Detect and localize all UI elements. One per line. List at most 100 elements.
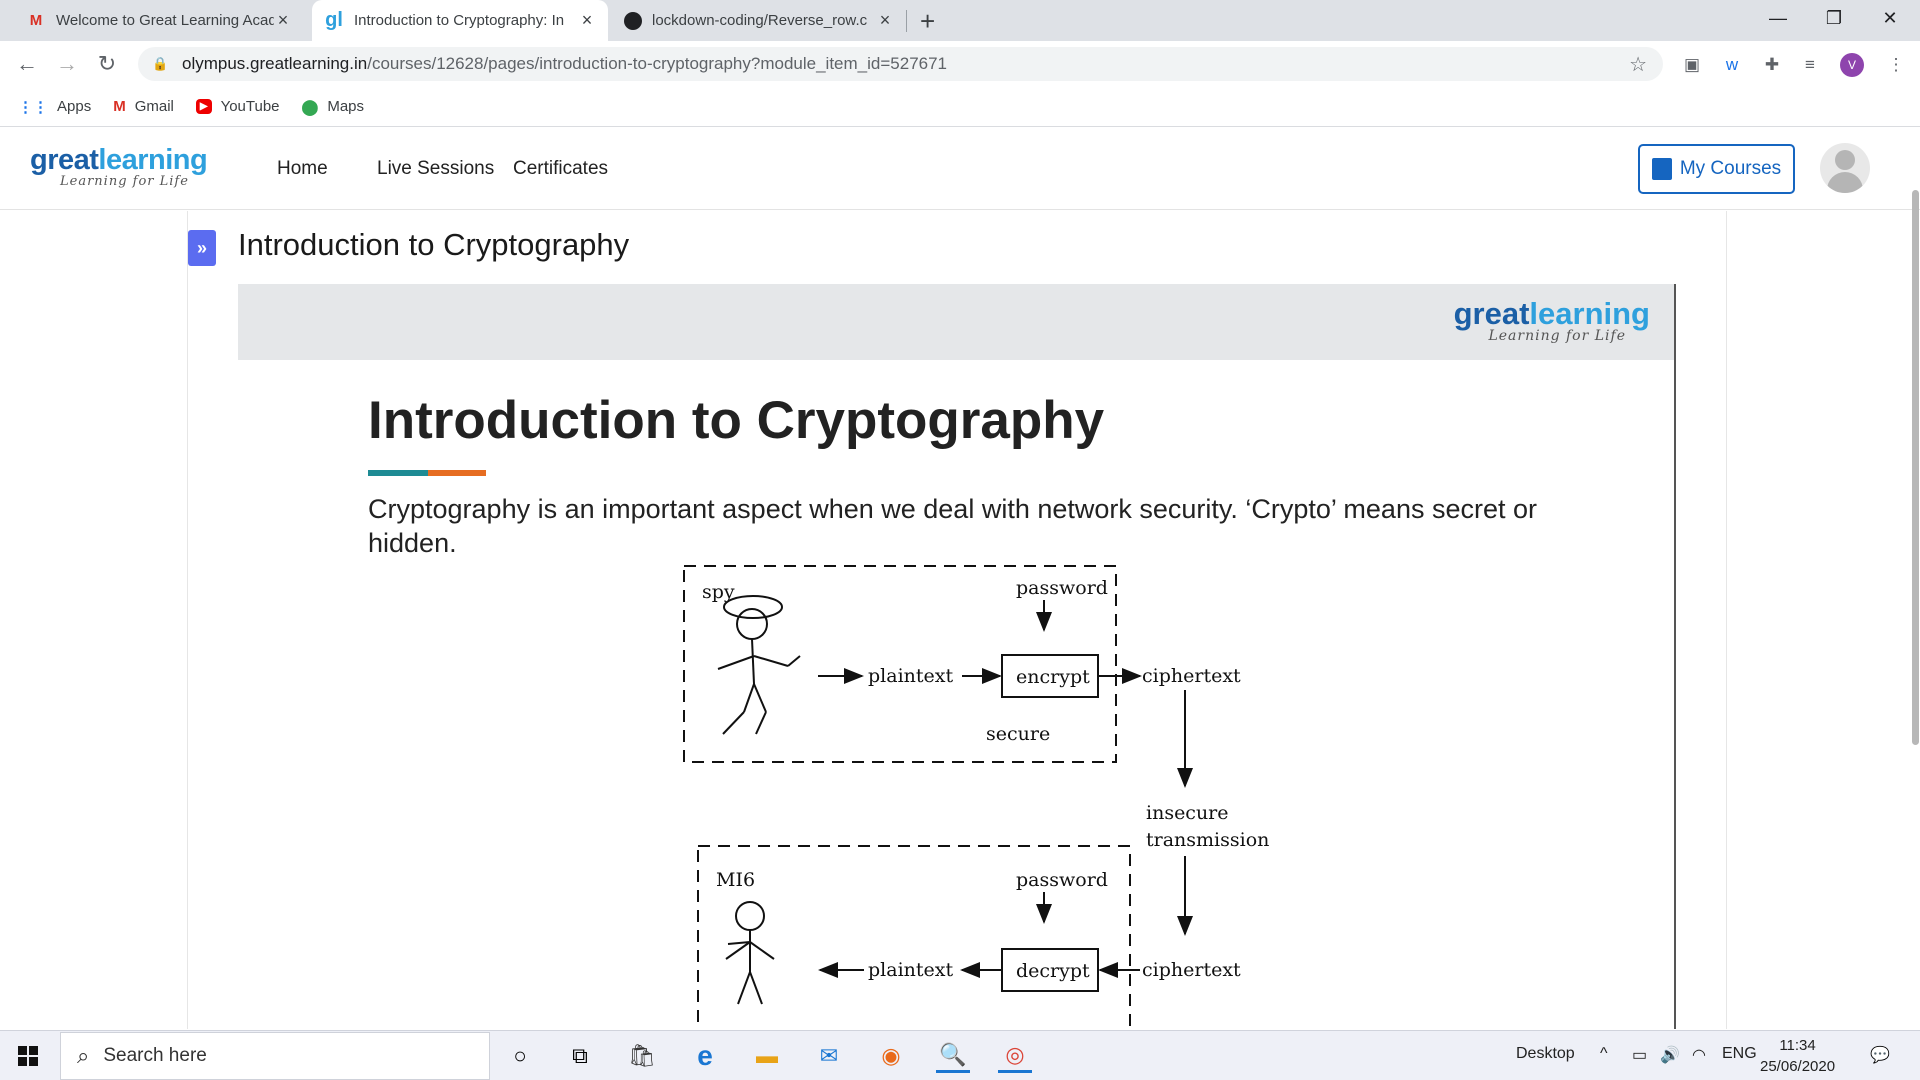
minimize-icon[interactable]: — [1750, 0, 1806, 36]
book-icon [1651, 158, 1672, 180]
heading-underline-orange [428, 470, 486, 476]
tab-separator [906, 10, 907, 32]
slide-logo-great: great [1453, 296, 1530, 331]
clock-date: 25/06/2020 [1760, 1058, 1836, 1075]
user-avatar[interactable] [1820, 143, 1870, 193]
address-bar[interactable]: 🔒 olympus.greatlearning.in/courses/12628… [138, 47, 1663, 81]
label-plaintext-top: plaintext [868, 665, 953, 687]
label-ciphertext-bottom: ciphertext [1142, 959, 1241, 981]
magnifier-icon[interactable]: 🔍 [936, 1039, 970, 1073]
profile-avatar[interactable]: V [1840, 53, 1864, 77]
label-plaintext-bottom: plaintext [868, 959, 953, 981]
bookmark-label: Gmail [134, 98, 174, 115]
bookmark-label: Apps [57, 98, 92, 115]
greatlearning-logo[interactable]: greatlearning Learning for Life [30, 144, 208, 189]
slide-body-text: Cryptography is an important aspect when… [368, 494, 1538, 558]
nav-certificates[interactable]: Certificates [513, 158, 608, 180]
bookmark-maps[interactable]: ⬤ Maps [302, 98, 364, 116]
mail-icon[interactable]: ✉ [812, 1039, 846, 1073]
media-queue-icon[interactable]: ≡ [1798, 53, 1822, 77]
bookmark-gmail[interactable]: M Gmail [113, 98, 174, 115]
language-indicator[interactable]: ENG [1722, 1045, 1757, 1063]
window-close-icon[interactable]: ✕ [1862, 0, 1918, 36]
nav-live-sessions[interactable]: Live Sessions [377, 158, 494, 180]
url-host: olympus.greatlearning.in [182, 54, 368, 73]
bookmark-label: Maps [327, 98, 365, 115]
label-password-bottom: password [1016, 869, 1108, 891]
search-icon: ⌕ [77, 1043, 90, 1068]
site-header: greatlearning Learning for Life Home Liv… [0, 128, 1920, 210]
reload-icon[interactable]: ↻ [92, 49, 122, 79]
windows-taskbar: ⌕ Search here ○ ⧉ 🛍 e ▬ ✉ ◉ 🔍 ◎ Desktop … [0, 1030, 1920, 1080]
logo-learning: learning [98, 144, 208, 176]
menu-kebab-icon[interactable]: ⋮ [1884, 53, 1908, 77]
wifi-icon[interactable]: ◠ [1692, 1045, 1706, 1065]
show-hidden-icons-icon[interactable]: ^ [1600, 1045, 1608, 1063]
label-insecure: insecure [1146, 802, 1229, 824]
label-transmission: transmission [1146, 829, 1269, 851]
slide-logo: greatlearning Learning for Life [1454, 296, 1650, 344]
forward-arrow-icon[interactable]: → [52, 49, 82, 79]
restore-icon[interactable]: ❐ [1806, 0, 1862, 36]
extension-shield-icon[interactable]: ▣ [1680, 53, 1704, 77]
notifications-icon[interactable]: 💬 [1870, 1045, 1890, 1065]
logo-great: great [30, 144, 99, 176]
system-clock[interactable]: 11:34 25/06/2020 [1760, 1035, 1835, 1077]
extension-w-icon[interactable]: w [1720, 53, 1744, 77]
heading-underline-teal [368, 470, 428, 476]
my-courses-button[interactable]: My Courses [1638, 144, 1795, 194]
greatlearning-icon: gl [325, 9, 343, 31]
clock-time: 11:34 [1779, 1037, 1816, 1054]
tab-title: Introduction to Cryptography: In [354, 12, 565, 29]
slide-heading: Introduction to Cryptography [368, 391, 1105, 450]
gmail-icon: M [113, 98, 126, 115]
tab-gmail[interactable]: M Welcome to Great Learning Acad × [14, 0, 304, 41]
file-explorer-icon[interactable]: ▬ [750, 1039, 784, 1073]
label-decrypt: decrypt [1016, 960, 1090, 982]
desktop-toolbar[interactable]: Desktop [1516, 1045, 1575, 1063]
windows-start-icon[interactable] [18, 1046, 38, 1066]
tab-title: Welcome to Great Learning Acad [56, 12, 274, 29]
youtube-icon: ▶ [195, 99, 212, 114]
browser-app-icon[interactable]: ◉ [874, 1039, 908, 1073]
chrome-icon[interactable]: ◎ [998, 1039, 1032, 1073]
cortana-icon[interactable]: ○ [503, 1039, 537, 1073]
gmail-icon: M [29, 12, 43, 29]
logo-tagline: Learning for Life [60, 174, 189, 189]
nav-home[interactable]: Home [277, 158, 328, 180]
close-icon[interactable]: × [274, 10, 292, 31]
volume-icon[interactable]: 🔊 [1660, 1045, 1680, 1065]
tab-strip: M Welcome to Great Learning Acad × gl In… [0, 0, 1920, 41]
new-tab-button[interactable]: + [920, 6, 935, 37]
battery-icon[interactable]: ▭ [1632, 1045, 1647, 1065]
taskbar-search[interactable]: ⌕ Search here [60, 1032, 490, 1080]
maps-pin-icon: ⬤ [301, 98, 319, 116]
store-icon[interactable]: 🛍 [625, 1039, 659, 1073]
vertical-scrollbar[interactable] [1912, 190, 1919, 745]
edge-icon[interactable]: e [688, 1039, 722, 1073]
bookmark-youtube[interactable]: ▶ YouTube [195, 98, 280, 115]
apps-grid-icon: ⋮⋮ [18, 98, 48, 116]
cryptography-diagram: spy password plaintext encrypt ciphertex… [683, 565, 1269, 1029]
label-secure: secure [986, 723, 1050, 745]
task-view-icon[interactable]: ⧉ [563, 1039, 597, 1073]
expand-sidebar-button[interactable]: » [188, 230, 216, 266]
tab-cryptography[interactable]: gl Introduction to Cryptography: In × [312, 0, 608, 41]
extensions-puzzle-icon[interactable]: ✚ [1760, 53, 1784, 77]
close-icon[interactable]: × [578, 10, 596, 31]
spy-figure-icon [717, 595, 801, 735]
slide-header-bar: greatlearning Learning for Life [238, 284, 1674, 360]
bookmark-star-icon[interactable]: ☆ [1629, 52, 1647, 77]
github-icon [624, 11, 642, 30]
label-password-top: password [1016, 577, 1108, 599]
slide-viewer: greatlearning Learning for Life Introduc… [238, 284, 1676, 1029]
bookmarks-bar: ⋮⋮ Apps M Gmail ▶ YouTube ⬤ Maps [0, 87, 1920, 127]
bookmark-label: YouTube [220, 98, 280, 115]
close-icon[interactable]: × [876, 10, 894, 31]
label-ciphertext-top: ciphertext [1142, 665, 1241, 687]
taskbar-search-placeholder: Search here [103, 1045, 207, 1066]
tab-github[interactable]: lockdown-coding/Reverse_row.c × [612, 0, 906, 41]
back-arrow-icon[interactable]: ← [12, 49, 42, 79]
bookmark-apps[interactable]: ⋮⋮ Apps [18, 98, 91, 116]
label-mi6: MI6 [716, 869, 755, 891]
